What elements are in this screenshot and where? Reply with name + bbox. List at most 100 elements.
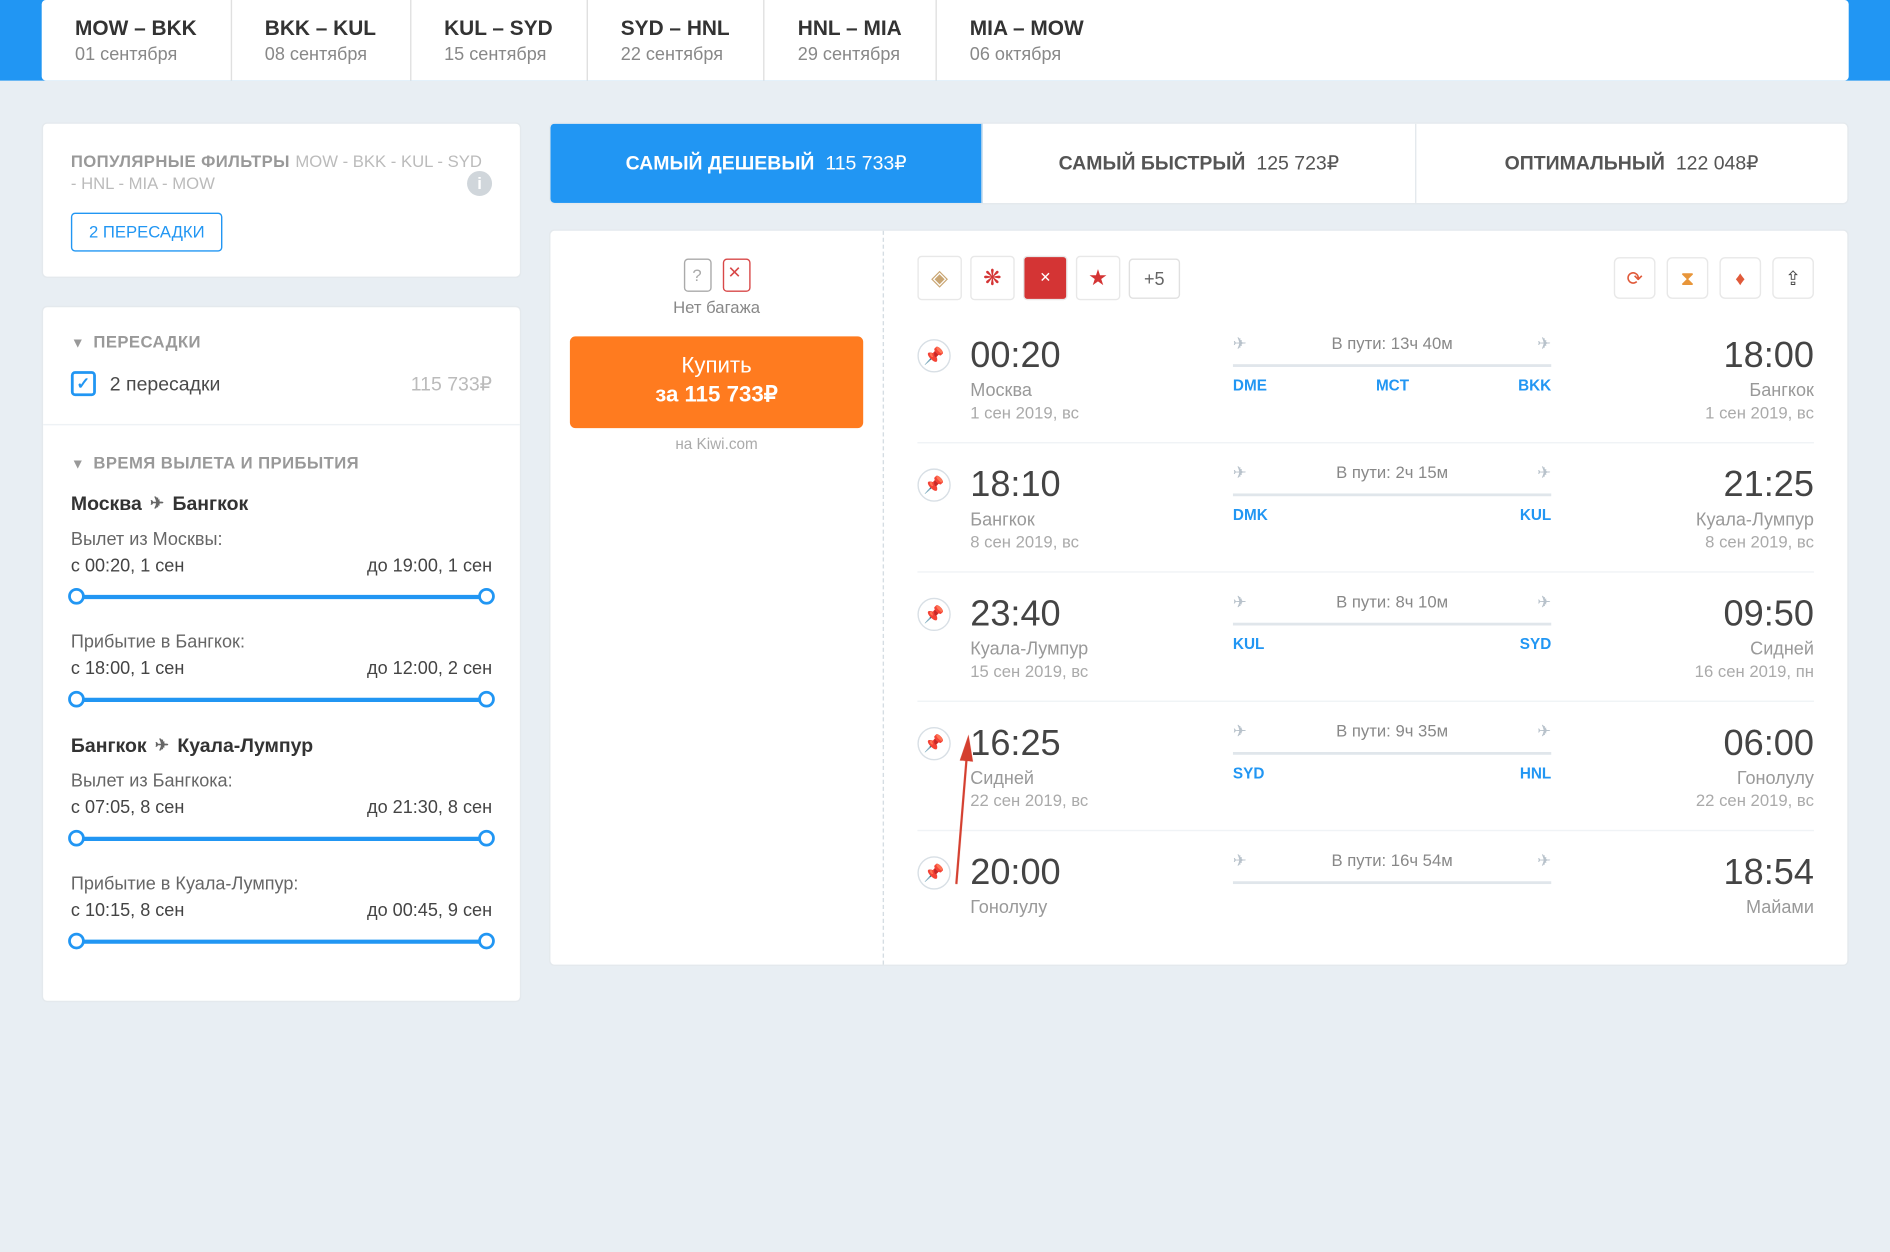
arr-time: 09:50 xyxy=(1585,592,1814,635)
flight-segment-1[interactable]: 📌 18:10 Бангкок 8 сен 2019, вс ✈ В пути:… xyxy=(917,442,1814,571)
route-segment-0[interactable]: MOW – BKK 01 сентября xyxy=(42,0,232,81)
airline-logo-1: ◈ xyxy=(917,256,961,300)
route-date: 06 октября xyxy=(970,43,1084,64)
dep-slider-0[interactable] xyxy=(71,587,492,606)
tab-price: 125 723₽ xyxy=(1256,152,1339,174)
baggage-icons: ? xyxy=(570,259,863,292)
flight-segment-0[interactable]: 📌 00:20 Москва 1 сен 2019, вс ✈ В пути: … xyxy=(917,325,1814,442)
airline-logo-4: ★ xyxy=(1076,256,1120,300)
dep-slider-1[interactable] xyxy=(71,828,492,847)
dep-date: 8 сен 2019, вс xyxy=(970,532,1199,551)
arr-time: 18:00 xyxy=(1585,334,1814,377)
takeoff-icon: ✈ xyxy=(1233,851,1247,870)
dep-to: до 21:30, 8 сен xyxy=(367,796,492,817)
route-segment-5[interactable]: MIA – MOW 06 октября xyxy=(936,0,1117,81)
flight-segment-3[interactable]: 📌 16:25 Сидней 22 сен 2019, вс ✈ В пути:… xyxy=(917,701,1814,830)
dep-time: 20:00 xyxy=(970,851,1199,894)
dep-city: Куала-Лумпур xyxy=(970,638,1199,659)
popular-title: ПОПУЛЯРНЫЕ ФИЛЬТРЫ xyxy=(71,152,290,171)
progress-line xyxy=(1233,881,1551,884)
pin-icon[interactable]: 📌 xyxy=(917,727,950,760)
buy-label: Купить xyxy=(681,354,751,378)
plane-icon: ✈ xyxy=(155,735,169,754)
route-code: MIA – MOW xyxy=(970,17,1084,41)
dep-label: Вылет из Москвы: xyxy=(71,528,492,549)
takeoff-icon: ✈ xyxy=(1233,334,1247,353)
route-strip: MOW – BKK 01 сентября BKK – KUL 08 сентя… xyxy=(42,0,1849,81)
pin-icon[interactable]: 📌 xyxy=(917,339,950,372)
pin-icon[interactable]: 📌 xyxy=(917,856,950,889)
dep-city: Бангкок xyxy=(970,509,1199,530)
transfers-item-label: 2 пересадки xyxy=(110,373,221,395)
mid-code: MCT xyxy=(1376,378,1409,395)
airline-logo-3: ✕ xyxy=(1023,256,1067,300)
popular-filters-panel: ПОПУЛЯРНЫЕ ФИЛЬТРЫ MOW - BKK - KUL - SYD… xyxy=(42,122,522,278)
progress-line xyxy=(1233,752,1551,755)
dep-time: 00:20 xyxy=(970,334,1199,377)
dep-time: 23:40 xyxy=(970,592,1199,635)
dep-city: Сидней xyxy=(970,767,1199,788)
takeoff-icon: ✈ xyxy=(1233,721,1247,740)
arr-slider-1[interactable] xyxy=(71,931,492,950)
route-segment-4[interactable]: HNL – MIA 29 сентября xyxy=(764,0,936,81)
buy-price: за 115 733₽ xyxy=(655,383,778,407)
time-section-head[interactable]: ▼ВРЕМЯ ВЫЛЕТА И ПРИБЫТИЯ xyxy=(71,453,492,472)
info-icon[interactable]: i xyxy=(467,171,492,196)
route-segment-1[interactable]: BKK – KUL 08 сентября xyxy=(231,0,410,81)
buy-button[interactable]: Купить за 115 733₽ xyxy=(570,336,863,427)
leg-title-1: Бангкок✈Куала-Лумпур xyxy=(71,734,492,756)
share-icon[interactable]: ⇪ xyxy=(1772,257,1814,299)
filters-panel: ▼ПЕРЕСАДКИ ✓ 2 пересадки 115 733₽ ▼ВРЕМЯ… xyxy=(42,306,522,1002)
arr-label: Прибытие в Бангкок: xyxy=(71,631,492,652)
route-segment-3[interactable]: SYD – HNL 22 сентября xyxy=(587,0,764,81)
checkbox-2-transfers[interactable]: ✓ xyxy=(71,371,96,396)
arr-date: 22 сен 2019, вс xyxy=(1585,791,1814,810)
from-code: DME xyxy=(1233,378,1267,395)
arr-slider-0[interactable] xyxy=(71,689,492,708)
arr-time: 06:00 xyxy=(1585,721,1814,764)
ticket-card: ? Нет багажа Купить за 115 733₽ на Kiwi.… xyxy=(549,229,1849,966)
duration: В пути: 2ч 15м xyxy=(1336,463,1448,482)
progress-line xyxy=(1233,493,1551,496)
arr-from: с 18:00, 1 сен xyxy=(71,657,184,678)
pin-icon[interactable]: 📌 xyxy=(917,468,950,501)
no-baggage-label: Нет багажа xyxy=(570,297,863,316)
arr-from: с 10:15, 8 сен xyxy=(71,899,184,920)
to-code: KUL xyxy=(1520,507,1551,524)
tab-label: САМЫЙ ДЕШЕВЫЙ xyxy=(626,152,815,174)
progress-line xyxy=(1233,623,1551,626)
transfers-title: ПЕРЕСАДКИ xyxy=(93,332,200,351)
sort-tab-2[interactable]: ОПТИМАЛЬНЫЙ 122 048₽ xyxy=(1416,124,1847,203)
sort-tab-0[interactable]: САМЫЙ ДЕШЕВЫЙ 115 733₽ xyxy=(550,124,983,203)
route-code: BKK – KUL xyxy=(265,17,376,41)
arr-to: до 00:45, 9 сен xyxy=(367,899,492,920)
dep-from: с 07:05, 8 сен xyxy=(71,796,184,817)
route-code: KUL – SYD xyxy=(444,17,553,41)
takeoff-icon: ✈ xyxy=(1233,592,1247,611)
arr-city: Бангкок xyxy=(1585,379,1814,400)
arr-city: Куала-Лумпур xyxy=(1585,509,1814,530)
airline-logo-2: ❋ xyxy=(970,256,1014,300)
route-segment-2[interactable]: KUL – SYD 15 сентября xyxy=(411,0,588,81)
plane-icon: ✈ xyxy=(150,493,164,512)
refresh-icon[interactable]: ⟳ xyxy=(1614,257,1656,299)
dep-from: с 00:20, 1 сен xyxy=(71,555,184,576)
tab-price: 115 733₽ xyxy=(825,152,906,174)
arr-to: до 12:00, 2 сен xyxy=(367,657,492,678)
sort-tab-1[interactable]: САМЫЙ БЫСТРЫЙ 125 723₽ xyxy=(983,124,1416,203)
tab-label: САМЫЙ БЫСТРЫЙ xyxy=(1059,152,1246,174)
hourglass-icon[interactable]: ⧗ xyxy=(1667,257,1709,299)
seat-icon[interactable]: ♦ xyxy=(1719,257,1761,299)
airlines-more[interactable]: +5 xyxy=(1129,258,1180,298)
route-date: 22 сентября xyxy=(621,43,730,64)
flight-segment-4[interactable]: 📌 20:00 Гонолулу ✈ В пути: 16ч 54м ✈ xyxy=(917,830,1814,940)
route-code: MOW – BKK xyxy=(75,17,197,41)
filter-chip-transfers[interactable]: 2 ПЕРЕСАДКИ xyxy=(71,213,223,252)
flight-segment-2[interactable]: 📌 23:40 Куала-Лумпур 15 сен 2019, вс ✈ В… xyxy=(917,571,1814,700)
arr-time: 18:54 xyxy=(1585,851,1814,894)
dep-city: Гонолулу xyxy=(970,897,1199,918)
route-date: 01 сентября xyxy=(75,43,197,64)
dep-time: 16:25 xyxy=(970,721,1199,764)
transfers-section-head[interactable]: ▼ПЕРЕСАДКИ xyxy=(71,332,492,351)
pin-icon[interactable]: 📌 xyxy=(917,598,950,631)
